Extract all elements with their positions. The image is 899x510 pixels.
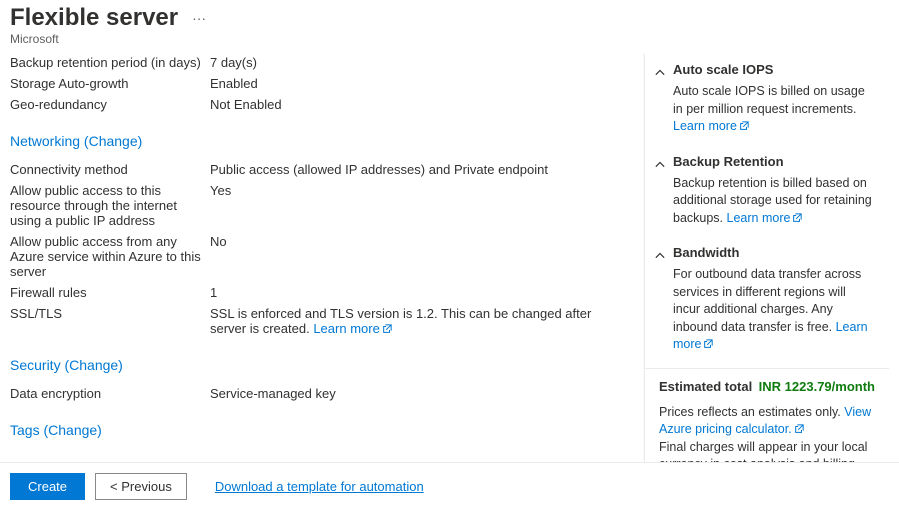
geo-redundancy-value: Not Enabled [210, 97, 624, 112]
security-section-header[interactable]: Security (Change) [10, 357, 624, 373]
tags-change-link[interactable]: (Change) [43, 422, 101, 438]
connectivity-value: Public access (allowed IP addresses) and… [210, 162, 624, 177]
iops-block: Auto scale IOPS Auto scale IOPS is bille… [645, 54, 889, 146]
iops-body: Auto scale IOPS is billed on usage in pe… [673, 83, 875, 136]
external-link-icon [794, 424, 804, 434]
backup-retention-value: 7 day(s) [210, 55, 624, 70]
azure-services-value: No [210, 234, 624, 279]
data-encryption-label: Data encryption [10, 386, 210, 401]
footer-bar: Create < Previous Download a template fo… [0, 462, 899, 510]
estimated-total-value: INR 1223.79/month [759, 379, 875, 394]
cost-panel: Auto scale IOPS Auto scale IOPS is bille… [644, 54, 889, 501]
estimated-total-row: Estimated total INR 1223.79/month [645, 368, 889, 402]
public-access-label: Allow public access to this resource thr… [10, 183, 210, 228]
firewall-value: 1 [210, 285, 624, 300]
firewall-label: Firewall rules [10, 285, 210, 300]
more-actions-icon[interactable]: ··· [192, 10, 206, 26]
auto-growth-label: Storage Auto-growth [10, 76, 210, 91]
security-change-link[interactable]: (Change) [64, 357, 122, 373]
chevron-up-icon[interactable] [655, 249, 665, 259]
bandwidth-title: Bandwidth [673, 245, 875, 260]
public-access-value: Yes [210, 183, 624, 228]
bandwidth-block: Bandwidth For outbound data transfer acr… [645, 237, 889, 364]
networking-change-link[interactable]: (Change) [84, 133, 142, 149]
external-link-icon [739, 121, 749, 131]
tags-section-header[interactable]: Tags (Change) [10, 422, 624, 438]
chevron-up-icon[interactable] [655, 158, 665, 168]
connectivity-label: Connectivity method [10, 162, 210, 177]
publisher-label: Microsoft [10, 32, 889, 46]
iops-learn-more-link[interactable]: Learn more [673, 119, 749, 133]
backup-title: Backup Retention [673, 154, 875, 169]
networking-title: Networking [10, 133, 80, 149]
ssltls-value: SSL is enforced and TLS version is 1.2. … [210, 306, 624, 336]
networking-section-header[interactable]: Networking (Change) [10, 133, 624, 149]
header: Flexible server ··· Microsoft [0, 0, 899, 48]
external-link-icon [703, 339, 713, 349]
estimated-total-label: Estimated total [659, 379, 752, 394]
backup-block: Backup Retention Backup retention is bil… [645, 146, 889, 238]
backup-learn-more-link[interactable]: Learn more [727, 211, 803, 225]
backup-body: Backup retention is billed based on addi… [673, 175, 875, 228]
security-title: Security [10, 357, 61, 373]
chevron-up-icon[interactable] [655, 66, 665, 76]
backup-retention-label: Backup retention period (in days) [10, 55, 210, 70]
summary-panel: Backup retention period (in days) 7 day(… [10, 48, 644, 501]
bandwidth-body: For outbound data transfer across servic… [673, 266, 875, 354]
previous-button[interactable]: < Previous [95, 473, 187, 500]
create-button[interactable]: Create [10, 473, 85, 500]
tags-title: Tags [10, 422, 40, 438]
data-encryption-value: Service-managed key [210, 386, 624, 401]
iops-title: Auto scale IOPS [673, 62, 875, 77]
geo-redundancy-label: Geo-redundancy [10, 97, 210, 112]
download-template-link[interactable]: Download a template for automation [215, 479, 424, 494]
ssltls-learn-more-link[interactable]: Learn more [313, 321, 391, 336]
external-link-icon [792, 213, 802, 223]
ssltls-label: SSL/TLS [10, 306, 210, 336]
ssltls-text: SSL is enforced and TLS version is 1.2. … [210, 306, 591, 336]
page-title: Flexible server [10, 4, 178, 32]
auto-growth-value: Enabled [210, 76, 624, 91]
azure-services-label: Allow public access from any Azure servi… [10, 234, 210, 279]
external-link-icon [382, 324, 392, 334]
